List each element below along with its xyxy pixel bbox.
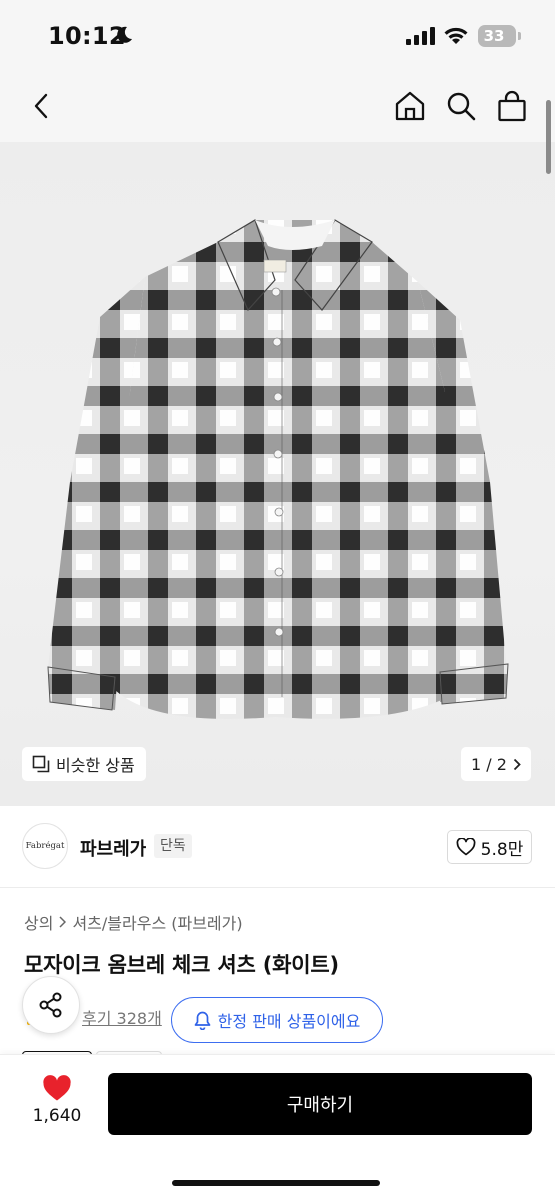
share-icon — [39, 992, 62, 1018]
similar-products-label: 비슷한 상품 — [56, 756, 135, 775]
buy-button[interactable]: 구매하기 — [108, 1073, 532, 1135]
brand-like-count: 5.8만 — [480, 839, 524, 860]
cellular-signal-icon — [406, 27, 435, 45]
review-count-link[interactable]: 후기 328개 — [82, 1005, 162, 1029]
product-title: 모자이크 옴브레 체크 셔츠 (화이트) — [24, 953, 339, 977]
copy-icon — [32, 755, 50, 773]
brand-like-button[interactable]: 5.8만 — [447, 830, 532, 864]
wifi-icon — [444, 27, 468, 44]
breadcrumb-item-category[interactable]: 상의 — [24, 910, 53, 934]
battery-indicator: 33 — [478, 25, 516, 47]
battery-tip — [518, 32, 521, 40]
similar-products-button[interactable]: 비슷한 상품 — [22, 747, 146, 781]
share-button[interactable] — [22, 976, 80, 1034]
top-nav-bar — [0, 72, 555, 142]
wishlist-count: 1,640 — [32, 1106, 82, 1126]
chevron-right-icon — [59, 916, 67, 928]
brand-logo[interactable]: Fabrégat — [22, 823, 68, 869]
product-detail-page: 10:12 33 비슷한 상품 1 / 2 Fabrégat 파브레가 단독 5… — [0, 0, 555, 1200]
limited-sale-label: 한정 판매 상품이에요 — [217, 1012, 361, 1031]
moon-icon — [117, 26, 132, 43]
chevron-right-icon — [513, 758, 521, 770]
heart-outline-icon — [456, 838, 476, 856]
image-counter-button[interactable]: 1 / 2 — [461, 747, 531, 781]
cart-button[interactable] — [494, 86, 530, 126]
heart-icon — [43, 1075, 71, 1101]
brand-row: Fabrégat 파브레가 단독 5.8만 — [0, 806, 555, 888]
brand-name[interactable]: 파브레가 — [80, 835, 146, 861]
wishlist-button[interactable]: 1,640 — [22, 1075, 92, 1135]
product-photo-shirt — [47, 219, 509, 719]
bottom-purchase-bar: 1,640 구매하기 — [0, 1054, 555, 1200]
home-icon — [395, 91, 425, 121]
home-indicator — [172, 1180, 380, 1186]
scrollbar-thumb[interactable] — [546, 100, 551, 174]
category-breadcrumb: 상의 셔츠/블라우스 (파브레가) — [24, 910, 243, 934]
brand-logo-text: Fabrégat — [25, 841, 65, 851]
product-image-gallery[interactable]: 비슷한 상품 1 / 2 — [0, 142, 555, 806]
battery-level: 33 — [483, 27, 505, 45]
image-counter: 1 / 2 — [471, 754, 507, 774]
chevron-left-icon — [34, 93, 48, 119]
bell-icon — [194, 1011, 211, 1030]
home-button[interactable] — [392, 86, 428, 126]
shopping-bag-icon — [498, 90, 526, 122]
back-button[interactable] — [24, 86, 58, 126]
breadcrumb-item-subcategory[interactable]: 셔츠/블라우스 (파브레가) — [72, 910, 242, 934]
exclusive-badge: 단독 — [154, 834, 192, 858]
search-button[interactable] — [443, 86, 479, 126]
status-bar: 10:12 33 — [0, 0, 555, 72]
search-icon — [447, 92, 476, 121]
limited-sale-badge[interactable]: 한정 판매 상품이에요 — [171, 997, 383, 1043]
